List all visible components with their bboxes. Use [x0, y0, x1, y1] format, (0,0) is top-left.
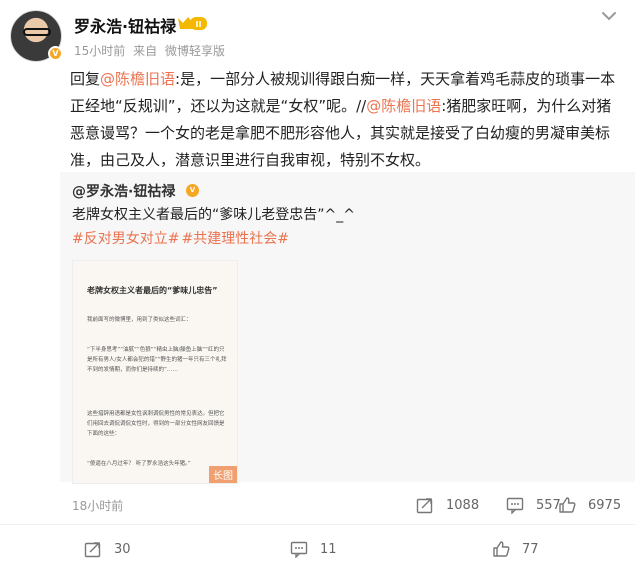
weibo-post: V 罗永浩·钮祜禄 II 15小时前 来自 微博轻享版 回复@陈檐旧语:是，一部… [0, 0, 635, 573]
thumbs-up-icon [559, 497, 576, 513]
post-actions: 30 11 77 [0, 533, 635, 565]
comment-button[interactable]: 11 [290, 536, 337, 562]
repost-share-button[interactable]: 1088 [416, 492, 479, 518]
author-name[interactable]: 罗永浩·钮祜禄 [74, 13, 176, 37]
repost-author[interactable]: @罗永浩·钮祜禄 [72, 181, 175, 201]
like-button[interactable]: 77 [492, 536, 539, 562]
repost-share-count: 1088 [446, 497, 480, 513]
mention-link[interactable]: @陈檐旧语 [366, 97, 441, 115]
share-count: 30 [114, 541, 131, 557]
hashtag-link[interactable]: #反对男女对立# [72, 231, 179, 247]
post-meta: 15小时前 来自 微博轻享版 [74, 42, 229, 59]
repost-actions: 1088 557 6975 [60, 492, 635, 518]
long-image-label: 长图 [209, 466, 237, 483]
post-source[interactable]: 微博轻享版 [165, 44, 225, 58]
long-image-paragraph: 这些措辞用语都是女性讽刺调侃男性的常见表达。但把它们用回去调侃调侃女性时，得到的… [87, 411, 225, 437]
share-icon [416, 498, 433, 514]
like-count: 77 [522, 541, 539, 557]
repost-like-count: 6975 [588, 497, 622, 513]
comment-count: 11 [320, 541, 337, 557]
member-badge-icon[interactable]: II [176, 15, 208, 32]
repost-text: 老牌女权主义者最后的“爹味儿老登忠告”^_^ [72, 207, 355, 223]
hashtag-link[interactable]: #共建理性社会# [181, 231, 288, 247]
thumbs-up-icon [493, 541, 510, 557]
comment-icon [506, 497, 524, 514]
share-button[interactable]: 30 [84, 536, 131, 562]
reply-prefix: 回复 [70, 70, 101, 88]
repost-tags: #反对男女对立# #共建理性社会# [72, 228, 291, 250]
repost-comment-button[interactable]: 557 [506, 492, 561, 518]
comment-icon [290, 541, 308, 558]
chevron-down-icon[interactable] [601, 10, 617, 22]
long-image-paragraph: “傻逼在八月过年？ 听了罗永浩这头年猪。” [87, 461, 191, 467]
share-icon [84, 542, 101, 558]
post-time[interactable]: 15小时前 [74, 44, 125, 58]
member-badge-level: II [196, 20, 202, 29]
post-text: 回复@陈檐旧语:是，一部分人被规训得跟白痴一样，天天拿着鸡毛蒜皮的琐事一本正经地… [70, 66, 620, 174]
repost-like-button[interactable]: 6975 [558, 492, 621, 518]
verified-badge-icon: V [48, 46, 63, 61]
repost-box[interactable]: @罗永浩·钮祜禄 V 老牌女权主义者最后的“爹味儿老登忠告”^_^ #反对男女对… [60, 172, 635, 513]
long-image-title: 老牌女权主义者最后的“爹味儿忠告” [87, 286, 218, 295]
long-image-paragraph: 我前面写的微博里，用到了类似这些词汇： [87, 317, 192, 323]
verified-badge-icon: V [186, 184, 199, 197]
long-image-thumbnail[interactable]: 老牌女权主义者最后的“爹味儿忠告” 我前面写的微博里，用到了类似这些词汇： “下… [72, 260, 238, 484]
avatar-glasses [23, 28, 51, 36]
long-image-paragraph: “下半身思考”“油腻”“色狼”“精虫上脑/臊鱼上脑”“红的只是所有男人/女人都会… [87, 347, 227, 373]
mention-link[interactable]: @陈檐旧语 [100, 70, 175, 88]
post-from-label: 来自 [133, 44, 158, 58]
divider [0, 524, 635, 525]
